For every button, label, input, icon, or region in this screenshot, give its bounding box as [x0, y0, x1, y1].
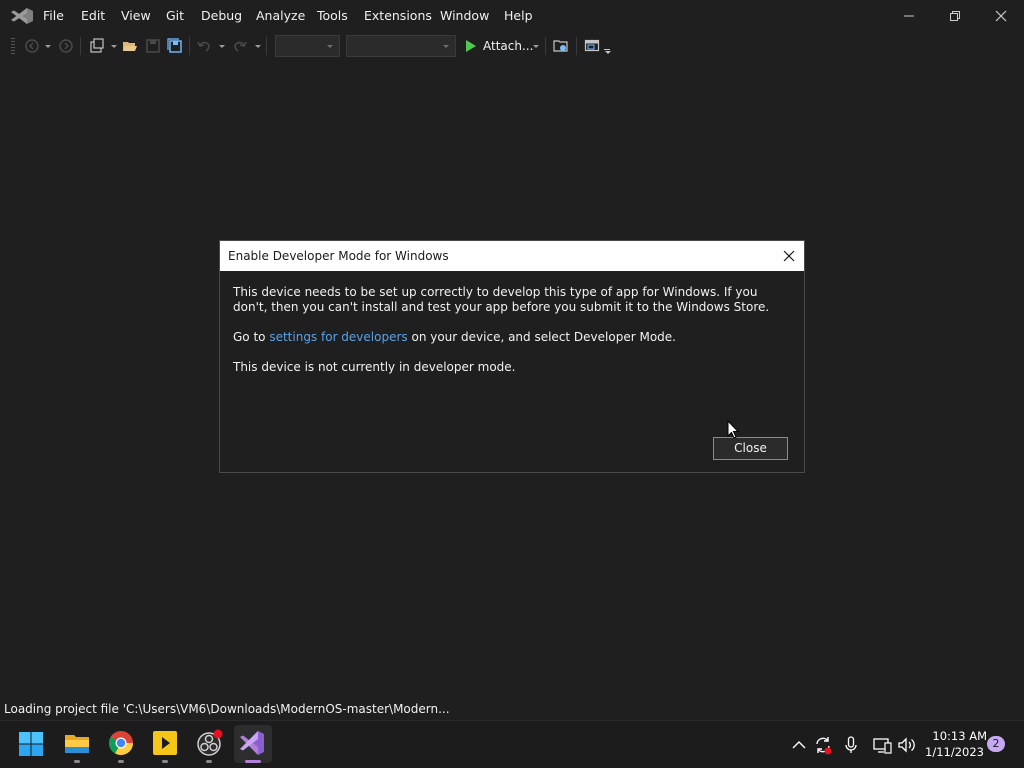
- redo-icon[interactable]: [232, 38, 248, 54]
- toolbar-overflow-icon[interactable]: [604, 49, 610, 50]
- layout-icon[interactable]: [584, 38, 600, 54]
- microphone-icon[interactable]: [841, 735, 861, 755]
- close-button[interactable]: Close: [713, 437, 788, 460]
- menu-analyze[interactable]: Analyze: [256, 8, 305, 24]
- minimize-icon: [904, 15, 914, 17]
- sync-icon[interactable]: [813, 735, 833, 755]
- menu-edit[interactable]: Edit: [81, 8, 105, 24]
- dialog-instruction: Go to settings for developers on your de…: [233, 330, 676, 344]
- status-bar-text: Loading project file 'C:\Users\VM6\Downl…: [4, 702, 450, 716]
- open-folder-icon[interactable]: [122, 38, 138, 54]
- chevron-down-icon[interactable]: [605, 51, 611, 54]
- running-indicator: [206, 760, 212, 763]
- save-icon[interactable]: [145, 38, 161, 54]
- clock-time[interactable]: 10:13 AM: [925, 729, 987, 743]
- running-indicator: [74, 760, 80, 763]
- network-icon[interactable]: [872, 735, 892, 755]
- solution-platform-combo[interactable]: [346, 35, 456, 57]
- close-icon: [783, 250, 795, 262]
- dialog-close-button[interactable]: [778, 246, 800, 266]
- new-project-icon[interactable]: [89, 38, 105, 54]
- menu-window[interactable]: Window: [440, 8, 489, 24]
- visual-studio-icon[interactable]: [238, 729, 268, 759]
- dialog-title-bar: Enable Developer Mode for Windows: [220, 241, 804, 271]
- menu-extensions[interactable]: Extensions: [364, 8, 432, 24]
- developer-mode-dialog: Enable Developer Mode for Windows This d…: [219, 240, 805, 473]
- file-explorer-icon[interactable]: [63, 729, 93, 759]
- undo-icon[interactable]: [196, 38, 212, 54]
- settings-for-developers-link[interactable]: settings for developers: [269, 330, 407, 344]
- chevron-up-icon[interactable]: [789, 735, 809, 755]
- windows-start-icon[interactable]: [18, 731, 48, 761]
- chevron-down-icon[interactable]: [111, 45, 117, 48]
- menu-help[interactable]: Help: [504, 8, 533, 24]
- menu-view[interactable]: View: [121, 8, 151, 24]
- close-window-button[interactable]: [978, 0, 1024, 32]
- dialog-message: This device needs to be set up correctly…: [233, 285, 770, 314]
- nav-forward-icon[interactable]: [58, 38, 74, 54]
- media-app-icon[interactable]: [151, 729, 181, 759]
- menu-git[interactable]: Git: [166, 8, 184, 24]
- save-all-icon[interactable]: [167, 38, 183, 54]
- menu-file[interactable]: File: [43, 8, 64, 24]
- dialog-status: This device is not currently in develope…: [233, 360, 516, 374]
- obs-icon[interactable]: [195, 729, 225, 759]
- chrome-icon[interactable]: [107, 729, 137, 759]
- mouse-cursor-icon: [727, 419, 741, 440]
- toolbar-separator: [80, 37, 81, 55]
- clock-date[interactable]: 1/11/2023: [925, 745, 984, 759]
- close-icon: [995, 10, 1007, 22]
- notification-badge[interactable]: 2: [987, 736, 1005, 752]
- restore-button[interactable]: [932, 0, 978, 32]
- browse-folder-icon[interactable]: [553, 38, 569, 54]
- chevron-down-icon[interactable]: [255, 45, 261, 48]
- chevron-down-icon: [443, 45, 449, 48]
- toolbar-separator: [266, 37, 267, 55]
- chevron-down-icon: [327, 45, 333, 48]
- minimize-button[interactable]: [886, 0, 932, 32]
- nav-back-icon[interactable]: [24, 38, 40, 54]
- running-indicator: [118, 760, 124, 763]
- visual-studio-logo-icon[interactable]: [10, 7, 34, 25]
- solution-configuration-combo[interactable]: [275, 35, 340, 57]
- toolbar-separator: [576, 37, 577, 55]
- volume-icon[interactable]: [897, 735, 917, 755]
- dialog-title: Enable Developer Mode for Windows: [228, 249, 449, 263]
- restore-icon: [950, 11, 960, 21]
- toolbar-separator: [189, 37, 190, 55]
- toolbar-grip[interactable]: [11, 38, 15, 54]
- chevron-down-icon[interactable]: [219, 45, 225, 48]
- chevron-down-icon[interactable]: [533, 45, 539, 48]
- active-indicator: [245, 760, 261, 763]
- play-icon[interactable]: [463, 38, 479, 54]
- running-indicator: [162, 760, 168, 763]
- menu-debug[interactable]: Debug: [201, 8, 242, 24]
- chevron-down-icon[interactable]: [45, 45, 51, 48]
- toolbar-separator: [545, 37, 546, 55]
- attach-button[interactable]: Attach...: [483, 38, 533, 54]
- menu-tools[interactable]: Tools: [317, 8, 348, 24]
